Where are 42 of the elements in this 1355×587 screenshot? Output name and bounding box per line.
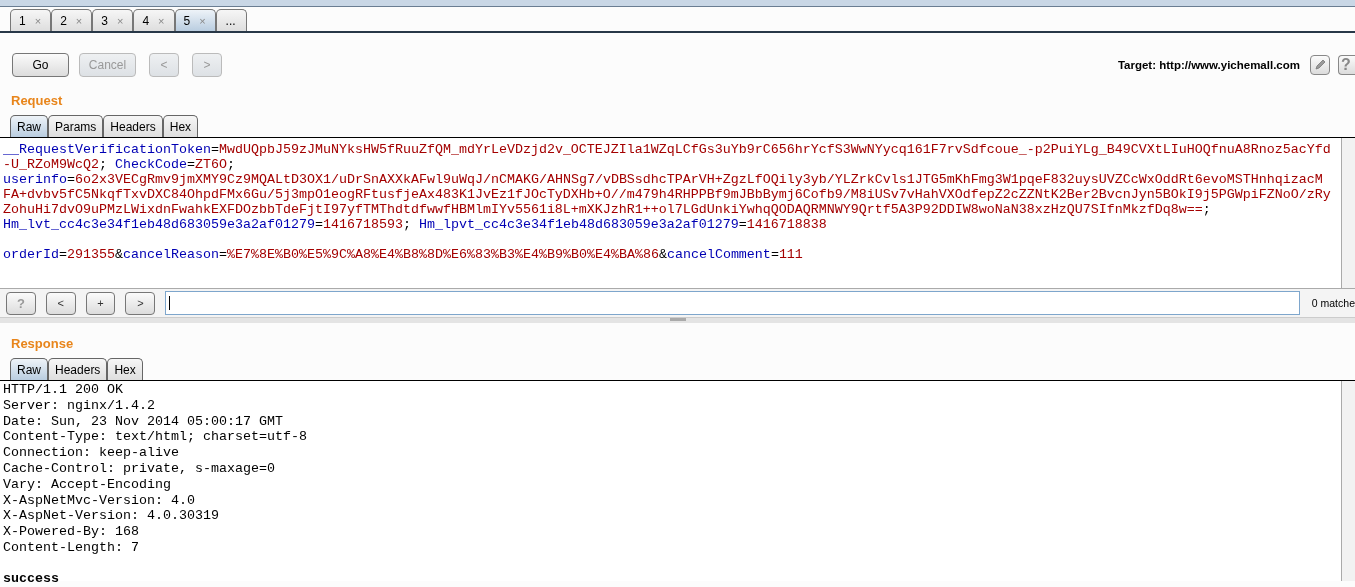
- match-count: 0 matche: [1311, 297, 1355, 309]
- repeater-tab[interactable]: ...: [215, 9, 247, 31]
- request-line: __RequestVerificationToken=MwdUQpbJ59zJMuNYksHW5fRuuZfQM_mdYrLeVDzjd2v_OCTEJZIla1WZqLCfGs3uYb9rC656hrYcfS3WwNYycq161F7rvSdfcoue_-p2PuiYLg_B49CVXtLIuHOQfnuA8Rnoz5acYfd-U_RZoM9WcQ2; CheckCode=ZT6O;: [3, 142, 1331, 172]
- response-line: X-Powered-By: 168: [3, 524, 140, 540]
- search-button[interactable]: >: [125, 291, 156, 315]
- target-label: Target: http://www.yichemall.com: [1117, 59, 1300, 71]
- request-line: userinfo=6o2x3VECgRmv9jmXMY9Cz9MQALtD3OX1/uDrSnAXXkAFwl9uWqJ/nCMAKG/AHNSg7/vDBSsdhcTPArVH+ZgzLfOQily3yb/YLZrkCvls1JTG5mKhFmg3W1pqeF832uysUVZCcWxOddRt6evoMSTHnhqizacMFA+dvbv5fC5NkqfTxvDXC84OhpdFMx6Gu/5j3mpO1eogRFtusfjeAx483K1JvEz1fJOcTyDXHb+O//m479h4RHPPBf9mJBbBymj6Cofb9/M8iUSv7vHahVXOdfepZ2cZZNtK2Ber2BvcnJyn5BOkI9j5PGWpiFZNoO/zRyZohuHi7dvO9uPMzLWixdnFwahkEXFDOzbbTdeFjtI97yfTMThdtdfwwfHBMlmIYv5561i8L+mXKJzhR1++ol7LGdUnkiYwhqQODAQRMNWY9Qrtf5A3P92DDIW8woNaN38xzHzQU7SIfnMkzfDq8w==;: [3, 172, 1331, 217]
- response-line: X-AspNetMvc-Version: 4.0: [3, 492, 196, 509]
- response-body: success: [3, 571, 60, 585]
- pencil-icon: [1313, 58, 1327, 72]
- request-line: Hm_lvt_cc4c3e34f1eb48d683059e3a2af01279=1416718593; Hm_lpvt_cc4c3e34f1eb48d683059e3a2af01279=1416718838: [3, 217, 828, 232]
- scrollbar[interactable]: [1341, 138, 1355, 288]
- repeater-tab[interactable]: 4 ×: [133, 9, 175, 31]
- editor-tab[interactable]: Headers: [48, 358, 108, 380]
- repeater-tab[interactable]: 3 ×: [92, 9, 134, 31]
- response-line: Date: Sun, 23 Nov 2014 05:00:17 GMT: [3, 413, 284, 430]
- search-button[interactable]: <: [45, 291, 76, 315]
- edit-button[interactable]: [1310, 55, 1330, 75]
- editor-tab[interactable]: Raw: [10, 115, 48, 137]
- editor-tab[interactable]: Hex: [107, 358, 143, 380]
- section-title: Request: [10, 93, 64, 110]
- editor-tab[interactable]: Raw: [10, 358, 48, 380]
- response-line: Cache-Control: private, s-maxage=0: [3, 461, 276, 477]
- response-line: Vary: Accept-Encoding: [3, 476, 172, 493]
- toolbar-button[interactable]: Go: [12, 53, 69, 77]
- scrollbar[interactable]: [1341, 381, 1355, 581]
- repeater-tab[interactable]: 2 ×: [51, 9, 93, 31]
- repeater-tab[interactable]: 5 ×: [174, 9, 216, 31]
- search-field[interactable]: [165, 291, 1300, 315]
- response-line: X-AspNet-Version: 4.0.30319: [3, 508, 220, 525]
- response-line: HTTP/1.1 200 OK: [3, 382, 124, 398]
- response-line: Content-Length: 7: [3, 539, 140, 556]
- editor-tab[interactable]: Params: [48, 115, 104, 137]
- editor-tab[interactable]: Headers: [103, 115, 163, 137]
- request-line: orderId=291355&cancelReason=%E7%8E%B0%E5%9C%A8%E4%B8%8D%E6%83%B3%E4%B9%B0%E4%BA%86&cancelComment=111: [3, 247, 804, 262]
- repeater-tab[interactable]: 1 ×: [10, 9, 52, 31]
- response-line: Content-Type: text/html; charset=utf-8: [3, 429, 308, 446]
- section-title: Response: [10, 336, 75, 353]
- response-line: Server: nginx/1.4.2: [3, 397, 156, 414]
- editor-tab[interactable]: Hex: [162, 115, 199, 137]
- response-line: Connection: keep-alive: [3, 445, 180, 461]
- search-button[interactable]: +: [85, 291, 116, 315]
